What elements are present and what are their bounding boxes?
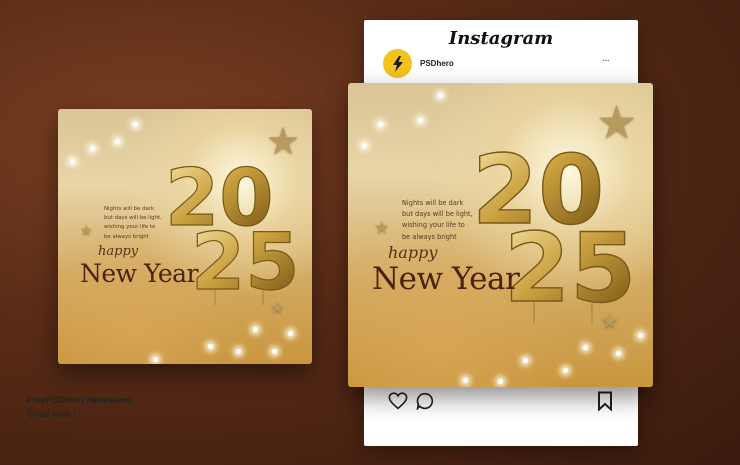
sparkle xyxy=(288,331,293,336)
sparkle xyxy=(272,349,277,354)
sparkle xyxy=(583,345,588,350)
sparkle xyxy=(418,118,423,123)
sparkle xyxy=(463,378,468,383)
sparkle xyxy=(498,379,503,384)
poem-line: be always bright xyxy=(402,232,457,241)
star-icon: ★ xyxy=(374,218,390,237)
heart-icon[interactable] xyxy=(388,392,408,410)
happy-script: happy xyxy=(98,244,139,259)
happy-script: happy xyxy=(388,243,438,262)
year-bottom-digits: 25 xyxy=(504,214,636,324)
sparkle xyxy=(153,357,158,362)
sparkle xyxy=(523,358,528,363)
sparkle xyxy=(253,327,258,332)
comment-icon[interactable] xyxy=(416,392,434,410)
poem-line: but days will be light, xyxy=(104,215,162,222)
sparkle xyxy=(236,349,241,354)
poem-line: wishing your life to xyxy=(104,224,156,231)
more-options-button[interactable]: ··· xyxy=(602,55,610,66)
sparkle xyxy=(638,333,643,338)
post-comment: Great work ! xyxy=(27,409,77,419)
sparkle xyxy=(115,139,120,144)
star-icon: ★ xyxy=(266,121,301,163)
poem-line: wishing your life to xyxy=(402,221,465,230)
year-bottom-digits: 25 xyxy=(191,218,300,307)
poem-line: be always bright xyxy=(104,233,149,240)
post-caption: FreePSDhero #awesome xyxy=(27,395,133,405)
sparkle xyxy=(616,351,621,356)
sparkle xyxy=(438,93,443,98)
headline-new-year: New Year xyxy=(80,259,199,288)
poem-line: Nights will be dark xyxy=(402,199,464,207)
sparkle xyxy=(70,159,75,164)
bookmark-icon[interactable] xyxy=(597,391,613,411)
headline-new-year: New Year xyxy=(372,261,520,297)
balloon-2025-right: 20 25 xyxy=(471,141,637,325)
sparkle xyxy=(378,122,383,127)
poster-card-left: ★ ★ ★ 20 25 Nights will be dark but days… xyxy=(58,109,312,364)
avatar[interactable] xyxy=(383,49,412,78)
star-icon: ★ xyxy=(596,96,638,148)
poem-line: Nights will be dark xyxy=(104,206,155,212)
poem-line: but days will be light, xyxy=(402,210,473,219)
logo-icon xyxy=(392,55,403,72)
sparkle xyxy=(133,122,138,127)
sparkle xyxy=(90,146,95,151)
sparkle xyxy=(563,368,568,373)
post-image[interactable]: ★ ★ ★ 20 25 Nights will be dark but days… xyxy=(348,83,653,387)
poem-text: Nights will be dark but days will be lig… xyxy=(402,198,473,243)
poem-text: Nights will be dark but days will be lig… xyxy=(104,205,162,242)
sparkle xyxy=(362,143,367,148)
sparkle xyxy=(208,344,213,349)
instagram-title: Instagram xyxy=(448,28,554,49)
star-icon: ★ xyxy=(80,222,93,238)
post-username[interactable]: PSDhero xyxy=(420,59,454,68)
